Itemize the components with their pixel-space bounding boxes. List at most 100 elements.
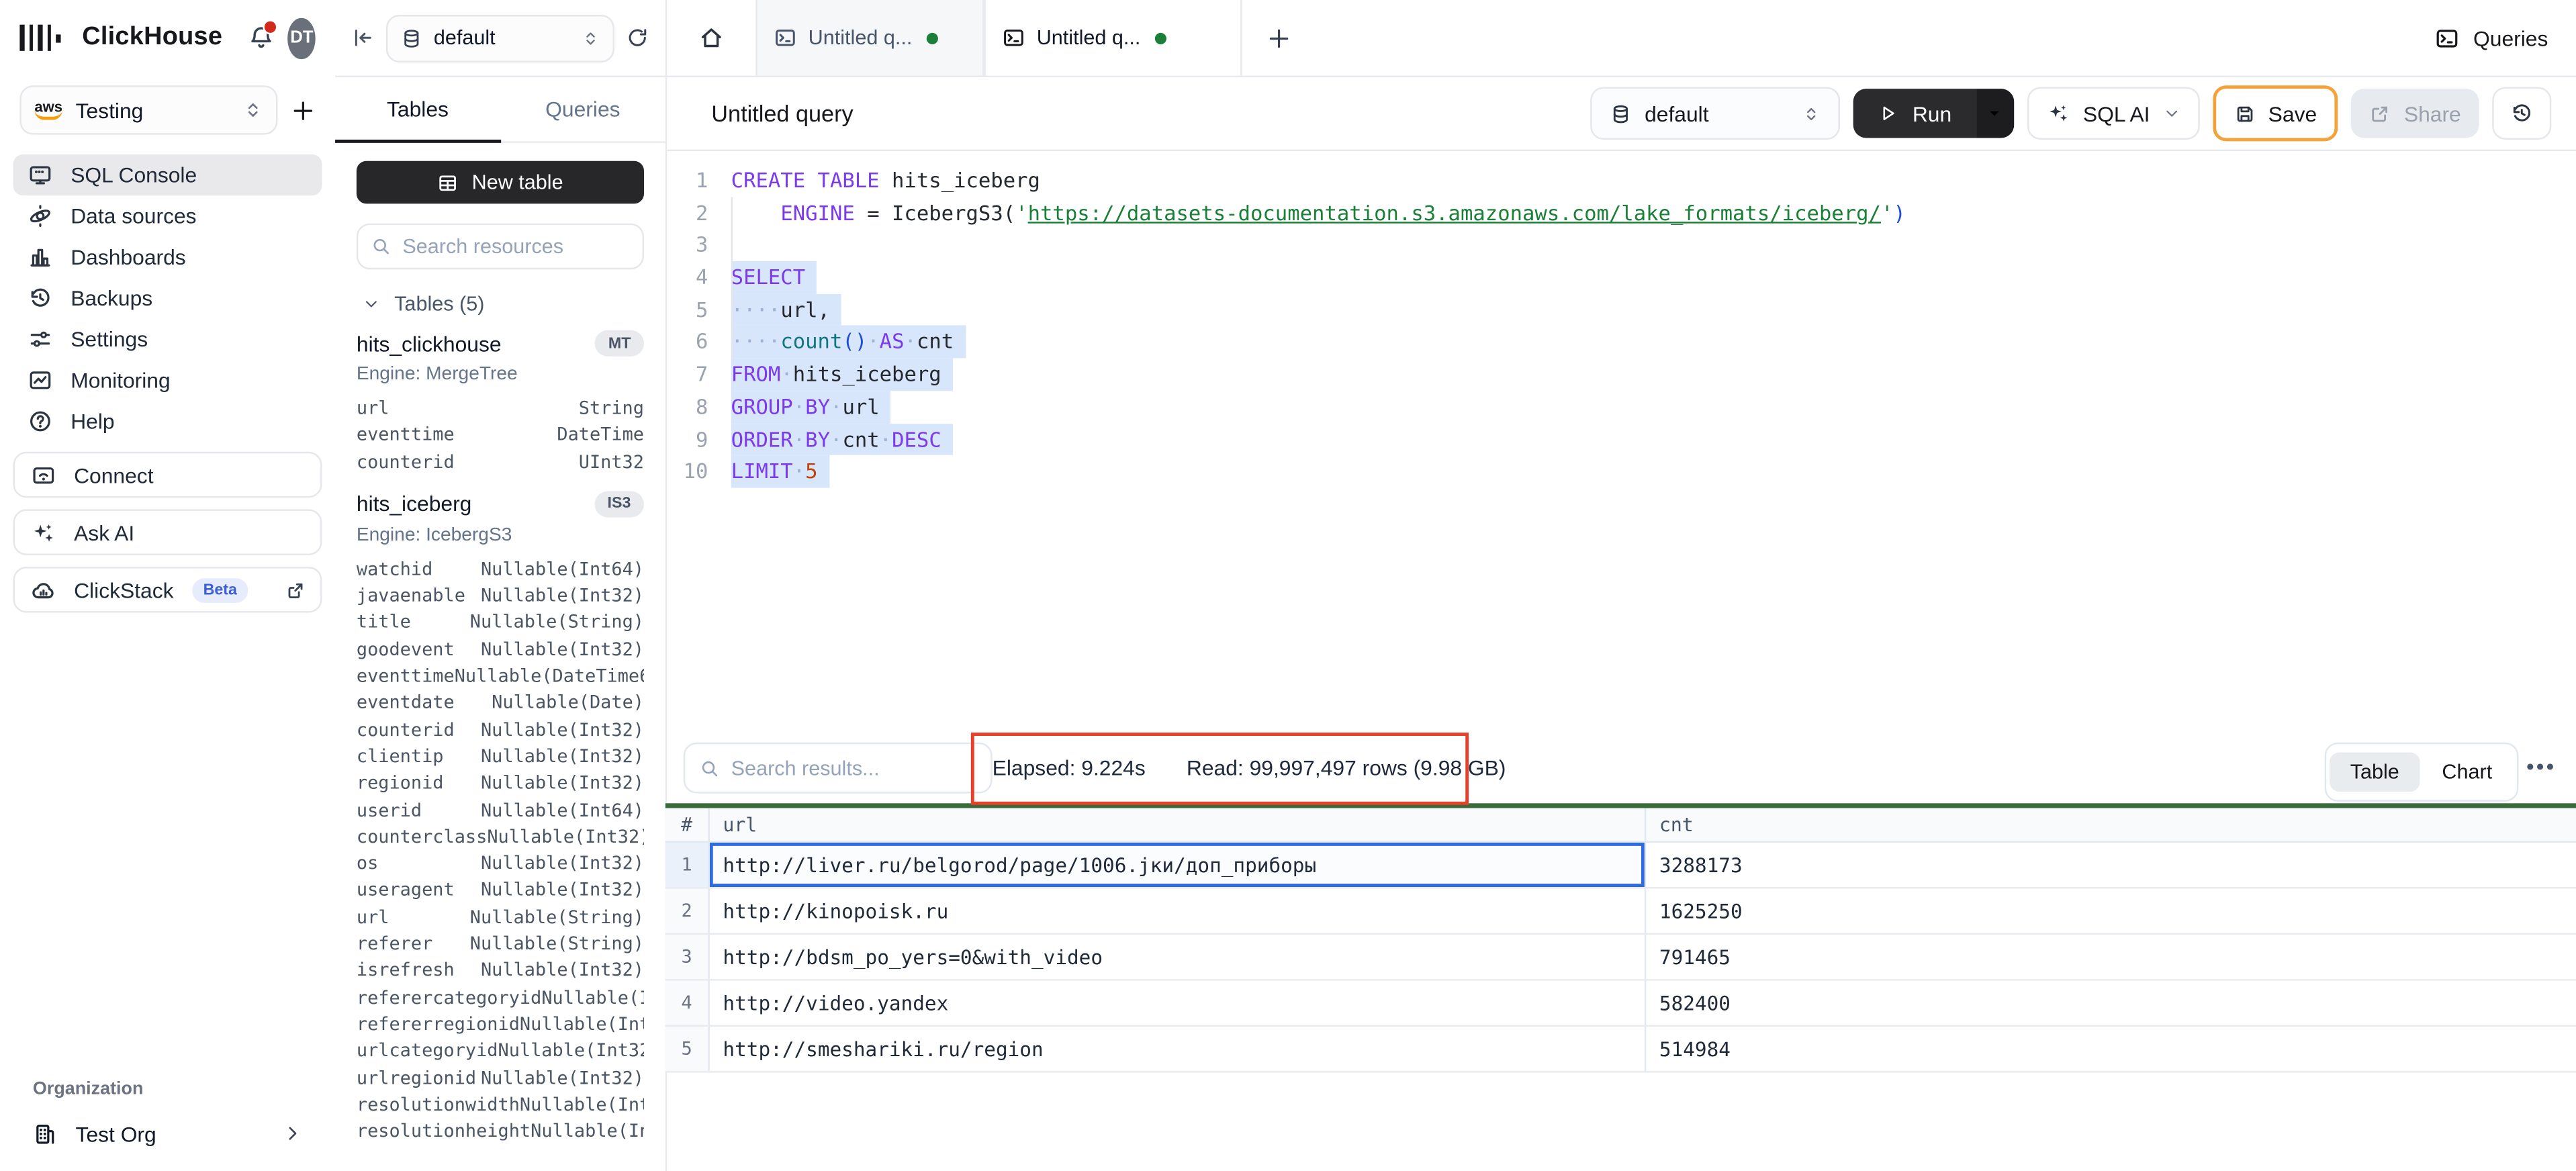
query-title[interactable]: Untitled query xyxy=(711,100,1577,126)
column-name: urlregionid xyxy=(357,1066,476,1092)
search-resources-input[interactable]: Search resources xyxy=(357,224,644,270)
code-line-7[interactable]: 7FROM·hits_iceberg xyxy=(665,359,2576,391)
sidebar-item-help[interactable]: Help xyxy=(13,401,322,442)
toggle-table[interactable]: Table xyxy=(2329,752,2421,792)
sidebar-item-settings[interactable]: Settings xyxy=(13,319,322,360)
new-tab-button[interactable] xyxy=(1242,0,1316,76)
share-button[interactable]: Share xyxy=(2352,89,2479,138)
tab-tables[interactable]: Tables xyxy=(335,77,500,141)
url-cell[interactable]: http://bdsm_po_yers=0&with_video xyxy=(710,935,1646,979)
sidebar-item-monitoring[interactable]: Monitoring xyxy=(13,360,322,401)
cnt-cell[interactable]: 1625250 xyxy=(1646,889,2576,933)
org-switcher[interactable]: Test Org xyxy=(0,1112,335,1155)
table-item-hits_clickhouse[interactable]: hits_clickhouseMT xyxy=(357,330,644,357)
play-icon xyxy=(1878,103,1897,123)
notifications-bell-icon[interactable] xyxy=(248,25,275,51)
code-line-5[interactable]: 5····url, xyxy=(665,293,2576,326)
editor-database-selector[interactable]: default xyxy=(1590,87,1840,140)
sidebar-item-dashboards[interactable]: Dashboards xyxy=(13,236,322,277)
result-row-3[interactable]: 3http://bdsm_po_yers=0&with_video791465 xyxy=(665,935,2576,981)
brand-name: ClickHouse xyxy=(82,23,222,52)
console-icon xyxy=(28,162,53,187)
column-name: eventtime xyxy=(357,664,455,691)
run-button[interactable]: Run xyxy=(1853,89,2014,138)
cnt-cell[interactable]: 514984 xyxy=(1646,1027,2576,1071)
tables-group-header[interactable]: Tables (5) xyxy=(357,292,644,315)
avatar[interactable]: DT xyxy=(288,17,316,58)
result-row-4[interactable]: 4http://video.yandex582400 xyxy=(665,981,2576,1027)
search-resources-placeholder: Search resources xyxy=(402,235,563,258)
tab-queries[interactable]: Queries xyxy=(500,77,665,141)
sidebar-item-sql-console[interactable]: SQL Console xyxy=(13,154,322,195)
unsaved-dot-icon xyxy=(1155,32,1166,44)
code-line-9[interactable]: 9ORDER·BY·cnt·DESC xyxy=(665,423,2576,455)
cnt-cell[interactable]: 582400 xyxy=(1646,981,2576,1025)
col-header-url[interactable]: url xyxy=(710,808,1646,841)
save-button[interactable]: Save xyxy=(2213,85,2338,141)
database-selector[interactable]: default xyxy=(386,14,614,62)
column-name: url xyxy=(357,396,389,423)
column-type: Nullable(String) xyxy=(470,904,644,931)
result-row-2[interactable]: 2http://kinopoisk.ru1625250 xyxy=(665,889,2576,935)
results-more-button[interactable]: ••• xyxy=(2526,754,2556,779)
sidebar-item-backups[interactable]: Backups xyxy=(13,277,322,318)
url-cell[interactable]: http://video.yandex xyxy=(710,981,1646,1025)
url-cell[interactable]: http://smeshariki.ru/region xyxy=(710,1027,1646,1071)
code-line-4[interactable]: 4SELECT xyxy=(665,261,2576,293)
code-line-10[interactable]: 10LIMIT·5 xyxy=(665,455,2576,487)
collapse-panel-icon[interactable] xyxy=(352,26,375,49)
result-row-5[interactable]: 5http://smeshariki.ru/region514984 xyxy=(665,1027,2576,1073)
column-name: isrefresh xyxy=(357,958,455,985)
search-results-placeholder: Search results... xyxy=(731,757,880,780)
result-row-1[interactable]: 1http://liver.ru/belgorod/page/1006.jки/… xyxy=(665,843,2576,889)
cnt-cell[interactable]: 3288173 xyxy=(1646,843,2576,887)
sidebar-item-ask-ai[interactable]: Ask AI xyxy=(13,509,322,555)
query-history-button[interactable] xyxy=(2492,87,2551,140)
queries-button[interactable]: Queries xyxy=(2407,0,2576,76)
search-results-input[interactable]: Search results... xyxy=(684,743,993,794)
resources-panel-header: default xyxy=(335,0,665,77)
editor-database-name: default xyxy=(1645,101,1789,126)
column-type: Nullable(Int32) xyxy=(481,744,644,771)
column-row: counterclassNullable(Int32) xyxy=(357,825,644,851)
code-token: ' xyxy=(1881,200,1893,225)
toggle-chart[interactable]: Chart xyxy=(2421,752,2514,792)
run-button-main[interactable]: Run xyxy=(1853,89,1976,138)
column-row: urlregionidNullable(Int32) xyxy=(357,1066,644,1092)
code-token: ) xyxy=(1893,200,1905,225)
query-tab-2-active[interactable]: Untitled q... xyxy=(984,0,1242,76)
cnt-cell[interactable]: 791465 xyxy=(1646,935,2576,979)
code-line-1[interactable]: 1CREATE TABLE hits_iceberg xyxy=(665,165,2576,197)
col-header-cnt[interactable]: cnt xyxy=(1646,808,2576,841)
table-item-hits_iceberg[interactable]: hits_icebergIS3 xyxy=(357,491,644,517)
chevron-updown-icon xyxy=(582,29,600,47)
line-number: 4 xyxy=(665,261,731,293)
code-line-3[interactable]: 3 xyxy=(665,229,2576,261)
add-service-button[interactable] xyxy=(291,98,316,123)
code-line-6[interactable]: 6····count()·AS·cnt xyxy=(665,326,2576,358)
column-name: referer xyxy=(357,931,432,958)
column-row: eventtimeDateTime xyxy=(357,422,644,449)
workspace-selector[interactable]: aws Testing xyxy=(19,85,277,134)
sidebar-item-connect[interactable]: Connect xyxy=(13,452,322,498)
sql-editor[interactable]: 1CREATE TABLE hits_iceberg2 ENGINE = Ice… xyxy=(665,151,2576,731)
col-header-index[interactable]: # xyxy=(665,808,710,841)
sidebar-item-data-sources[interactable]: Data sources xyxy=(13,195,322,236)
query-tab-1[interactable]: Untitled q... xyxy=(755,0,984,76)
url-cell[interactable]: http://kinopoisk.ru xyxy=(710,889,1646,933)
code-token: ···· xyxy=(731,329,781,354)
new-table-button[interactable]: New table xyxy=(357,161,644,204)
code-token: cnt xyxy=(842,426,879,451)
active-tab-underline xyxy=(335,140,500,143)
clickhouse-logo-icon xyxy=(19,25,60,51)
sidebar-item-clickstack[interactable]: ClickStackBeta xyxy=(13,567,322,613)
code-token: SELECT xyxy=(731,265,805,289)
code-line-2[interactable]: 2 ENGINE = IcebergS3('https://datasets-d… xyxy=(665,197,2576,229)
home-icon[interactable] xyxy=(665,0,756,76)
url-cell[interactable]: http://liver.ru/belgorod/page/1006.jки/д… xyxy=(710,843,1646,887)
run-options-chevron[interactable] xyxy=(1976,89,2014,138)
code-line-8[interactable]: 8GROUP·BY·url xyxy=(665,391,2576,423)
refresh-icon[interactable] xyxy=(626,26,649,49)
sql-ai-button[interactable]: SQL AI xyxy=(2027,87,2199,140)
sidebar-item-label: ClickStack xyxy=(74,577,173,602)
